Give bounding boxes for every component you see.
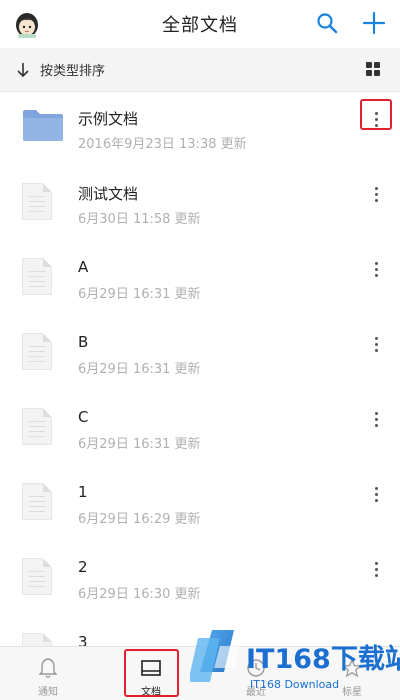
bell-icon [37, 657, 59, 679]
watermark-logo-icon: IT168下载站 IT168 Download [188, 630, 400, 691]
search-button[interactable] [313, 9, 341, 37]
file-updated-time: 6月30日 11:58 更新 [78, 212, 201, 227]
file-name: 测试文档 [78, 185, 139, 203]
add-button[interactable] [360, 9, 388, 37]
more-options-button[interactable] [368, 334, 384, 354]
document-icon [22, 408, 52, 445]
folder-icon [22, 108, 64, 146]
plus-icon [362, 11, 386, 35]
avatar-icon[interactable] [14, 10, 40, 38]
app-screen: 全部文档 按类型排序 示例文档 2016年9月23日 13:38 更新 测试文档… [0, 0, 400, 700]
list-item[interactable]: 示例文档 2016年9月23日 13:38 更新 [0, 92, 400, 167]
more-options-button[interactable] [368, 109, 384, 129]
more-options-button[interactable] [368, 259, 384, 279]
sort-bar: 按类型排序 [0, 48, 400, 92]
file-updated-time: 2016年9月23日 13:38 更新 [78, 137, 247, 152]
document-icon [22, 333, 52, 370]
tab-label: 通知 [38, 687, 58, 698]
document-icon [22, 258, 52, 295]
file-name: 2 [78, 558, 88, 576]
watermark: IT168下载站 IT168 Download [188, 616, 400, 700]
file-updated-time: 6月29日 16:31 更新 [78, 287, 201, 302]
document-icon [22, 483, 52, 520]
file-list: 示例文档 2016年9月23日 13:38 更新 测试文档 6月30日 11:5… [0, 92, 400, 692]
top-bar: 全部文档 [0, 0, 400, 48]
more-options-button[interactable] [368, 409, 384, 429]
list-item[interactable]: 测试文档 6月30日 11:58 更新 [0, 167, 400, 242]
more-options-button[interactable] [368, 484, 384, 504]
file-updated-time: 6月29日 16:30 更新 [78, 587, 201, 602]
file-updated-time: 6月29日 16:31 更新 [78, 362, 201, 377]
page-title: 全部文档 [162, 15, 238, 36]
watermark-brand: IT168下载站 [246, 644, 400, 675]
document-icon [22, 183, 52, 220]
file-name: C [78, 408, 89, 426]
more-options-button[interactable] [368, 559, 384, 579]
list-item[interactable]: 1 6月29日 16:29 更新 [0, 467, 400, 542]
list-item[interactable]: C 6月29日 16:31 更新 [0, 392, 400, 467]
file-name: A [78, 258, 89, 276]
file-name: B [78, 333, 89, 351]
search-icon [317, 13, 338, 34]
document-icon [22, 558, 52, 595]
grid-view-icon[interactable] [366, 62, 382, 78]
sort-label[interactable]: 按类型排序 [40, 60, 105, 79]
arrow-down-icon[interactable] [14, 61, 32, 79]
list-item[interactable]: B 6月29日 16:31 更新 [0, 317, 400, 392]
tab-documents-highlight [124, 649, 179, 697]
file-updated-time: 6月29日 16:29 更新 [78, 512, 201, 527]
file-name: 示例文档 [78, 110, 139, 128]
file-updated-time: 6月29日 16:31 更新 [78, 437, 201, 452]
more-options-button[interactable] [368, 184, 384, 204]
watermark-sub: IT168 Download [250, 678, 339, 691]
list-item[interactable]: 2 6月29日 16:30 更新 [0, 542, 400, 617]
file-name: 1 [78, 483, 88, 501]
list-item[interactable]: A 6月29日 16:31 更新 [0, 242, 400, 317]
tab-notifications[interactable]: 通知 [18, 647, 78, 700]
